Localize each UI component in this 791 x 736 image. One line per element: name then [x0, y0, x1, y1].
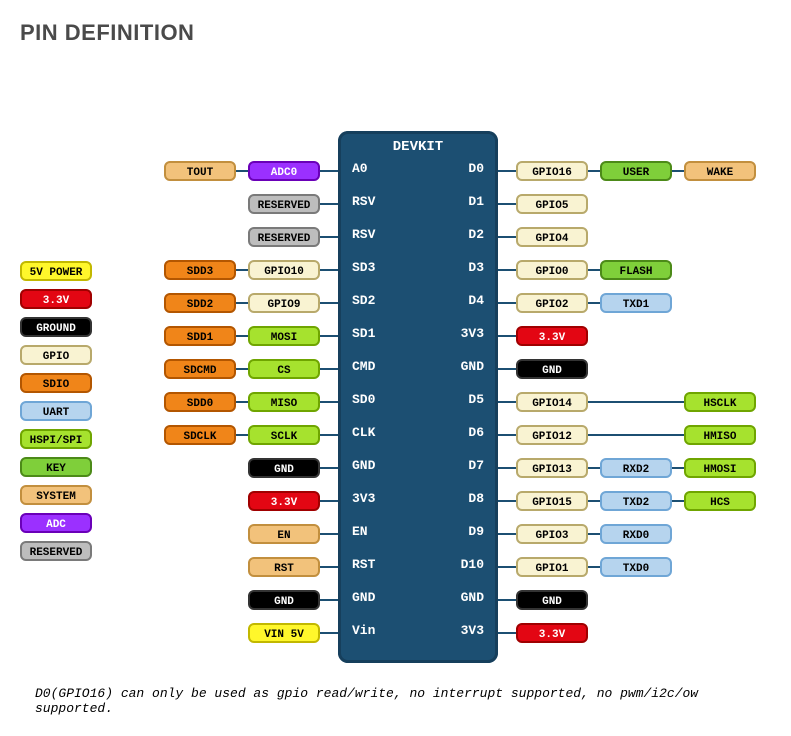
pin-label: SD1	[352, 326, 402, 341]
pin-tag: TXD2	[600, 491, 672, 511]
pin-label: Vin	[352, 623, 402, 638]
legend-item: HSPI/SPI	[20, 429, 92, 449]
pin-tag: VIN 5V	[248, 623, 320, 643]
pin-tag: GPIO3	[516, 524, 588, 544]
pin-tag: SCLK	[248, 425, 320, 445]
pin-label: D8	[434, 491, 484, 506]
pin-tag: TXD1	[600, 293, 672, 313]
pin-tag: EN	[248, 524, 320, 544]
pin-tag: RESERVED	[248, 227, 320, 247]
legend-item: KEY	[20, 457, 92, 477]
pin-tag: GPIO5	[516, 194, 588, 214]
pin-tag: GPIO1	[516, 557, 588, 577]
legend-item: UART	[20, 401, 92, 421]
pin-label: D3	[434, 260, 484, 275]
pin-tag: RXD2	[600, 458, 672, 478]
pin-label: 3V3	[434, 623, 484, 638]
pin-label: D0	[434, 161, 484, 176]
pin-label: RSV	[352, 194, 402, 209]
pin-tag: WAKE	[684, 161, 756, 181]
pin-tag: HMOSI	[684, 458, 756, 478]
footnote: D0(GPIO16) can only be used as gpio read…	[20, 686, 771, 716]
pin-tag: SDD1	[164, 326, 236, 346]
pin-label: A0	[352, 161, 402, 176]
pin-label: D1	[434, 194, 484, 209]
pin-label: CMD	[352, 359, 402, 374]
pin-tag: GND	[248, 458, 320, 478]
pin-label: D5	[434, 392, 484, 407]
pin-tag: GND	[516, 590, 588, 610]
pin-label: D10	[434, 557, 484, 572]
pin-tag: GPIO2	[516, 293, 588, 313]
pin-tag: GND	[516, 359, 588, 379]
pin-tag: GPIO0	[516, 260, 588, 280]
pin-tag: TOUT	[164, 161, 236, 181]
pin-tag: GPIO10	[248, 260, 320, 280]
pin-tag: HMISO	[684, 425, 756, 445]
legend-item: RESERVED	[20, 541, 92, 561]
chip-body: DEVKIT A0 RSV RSV SD3 SD2 SD1 CMD SD0 CLK GND 3V3 E…	[338, 131, 498, 663]
pin-tag: SDD3	[164, 260, 236, 280]
pin-label: 3V3	[352, 491, 402, 506]
legend-item: GPIO	[20, 345, 92, 365]
pin-label: D4	[434, 293, 484, 308]
pin-label: SD2	[352, 293, 402, 308]
pin-tag: RST	[248, 557, 320, 577]
pin-tag: 3.3V	[516, 623, 588, 643]
pin-label: RST	[352, 557, 402, 572]
pin-tag: GPIO12	[516, 425, 588, 445]
pin-tag: RXD0	[600, 524, 672, 544]
pin-label: SD0	[352, 392, 402, 407]
pin-tag: SDD0	[164, 392, 236, 412]
pin-tag: HSCLK	[684, 392, 756, 412]
legend: 5V POWER 3.3V GROUND GPIO SDIO UART HSPI/SPI KE…	[20, 261, 92, 561]
pin-tag: GPIO16	[516, 161, 588, 181]
pin-tag: GPIO9	[248, 293, 320, 313]
pin-tag: GPIO4	[516, 227, 588, 247]
pin-tag: GPIO15	[516, 491, 588, 511]
pinout-diagram: 5V POWER 3.3V GROUND GPIO SDIO UART HSPI/SPI KE…	[20, 66, 771, 686]
pin-tag: 3.3V	[248, 491, 320, 511]
pin-label: SD3	[352, 260, 402, 275]
pin-tag: USER	[600, 161, 672, 181]
legend-item: 3.3V	[20, 289, 92, 309]
legend-item: 5V POWER	[20, 261, 92, 281]
pin-tag: SDD2	[164, 293, 236, 313]
pin-label: D7	[434, 458, 484, 473]
pin-tag: FLASH	[600, 260, 672, 280]
pin-tag: MISO	[248, 392, 320, 412]
pin-label: CLK	[352, 425, 402, 440]
chip-title: DEVKIT	[338, 139, 498, 155]
pin-tag: SDCMD	[164, 359, 236, 379]
pin-label: GND	[352, 590, 402, 605]
pin-label: D6	[434, 425, 484, 440]
pin-label: D9	[434, 524, 484, 539]
pin-tag: MOSI	[248, 326, 320, 346]
legend-item: SYSTEM	[20, 485, 92, 505]
pin-tag: GPIO13	[516, 458, 588, 478]
pin-label: GND	[352, 458, 402, 473]
legend-item: GROUND	[20, 317, 92, 337]
pin-tag: GPIO14	[516, 392, 588, 412]
pin-tag: HCS	[684, 491, 756, 511]
legend-item: SDIO	[20, 373, 92, 393]
pin-tag: SDCLK	[164, 425, 236, 445]
pin-tag: 3.3V	[516, 326, 588, 346]
pin-label: D2	[434, 227, 484, 242]
pin-tag: GND	[248, 590, 320, 610]
pin-tag: RESERVED	[248, 194, 320, 214]
pin-tag: ADC0	[248, 161, 320, 181]
pin-tag: TXD0	[600, 557, 672, 577]
pin-label: 3V3	[434, 326, 484, 341]
legend-item: ADC	[20, 513, 92, 533]
pin-label: GND	[434, 359, 484, 374]
pin-label: GND	[434, 590, 484, 605]
page-title: PIN DEFINITION	[20, 20, 771, 46]
pin-label: RSV	[352, 227, 402, 242]
pin-tag: CS	[248, 359, 320, 379]
pin-label: EN	[352, 524, 402, 539]
